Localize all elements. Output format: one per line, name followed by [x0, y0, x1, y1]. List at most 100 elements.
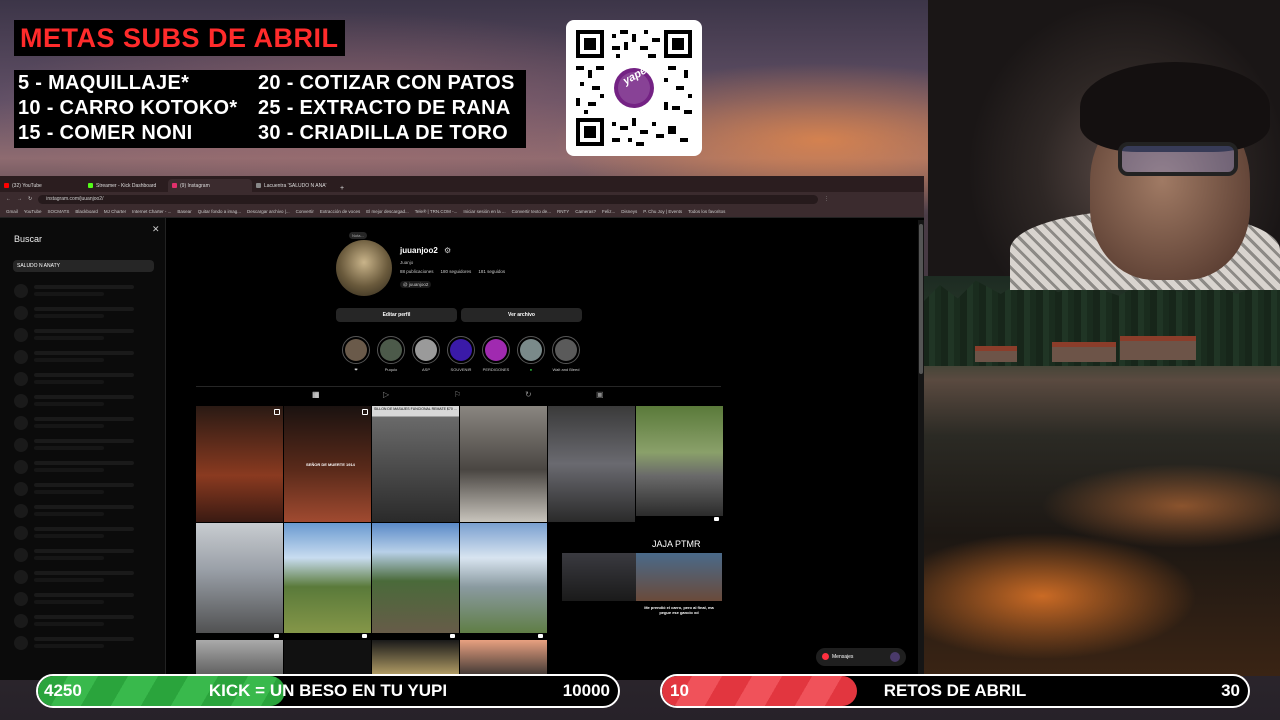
- page-icon: [256, 183, 261, 188]
- highlight-image: [485, 339, 507, 361]
- highlight[interactable]: ❤: [342, 336, 370, 372]
- post-thumbnail[interactable]: [372, 523, 459, 639]
- bookmark[interactable]: P. Chu Joy | Events: [643, 209, 682, 214]
- lake-house: [1052, 342, 1116, 362]
- post-thumbnail[interactable]: [460, 523, 547, 639]
- bookmark[interactable]: Cameras?: [575, 209, 596, 214]
- bookmark[interactable]: Convertir texto de...: [512, 209, 551, 214]
- close-icon[interactable]: ✕: [152, 224, 160, 235]
- view-archive-button[interactable]: Ver archivo: [461, 308, 582, 322]
- bookmark[interactable]: Quitar fondo a imag...: [198, 209, 241, 214]
- highlight-image: [450, 339, 472, 361]
- qr-code-icon: [576, 30, 692, 146]
- followers-count[interactable]: 180 seguidores: [441, 269, 472, 274]
- reels-tab-icon[interactable]: ▷: [383, 390, 389, 399]
- highlight[interactable]: Walt and Bleed: [552, 336, 580, 372]
- profile-note[interactable]: Nota...: [349, 232, 367, 239]
- highlight[interactable]: ASP: [412, 336, 440, 372]
- saved-tab-icon[interactable]: ⚐: [454, 390, 461, 399]
- posts-count: 88 publicaciones: [400, 269, 434, 274]
- meme-image-right: [636, 553, 722, 601]
- bookmark[interactable]: RNTY: [557, 209, 569, 214]
- carousel-icon: [274, 409, 280, 415]
- meme-subtitle: Me prendió el carro, pero al final, ma p…: [644, 605, 714, 615]
- post-thumbnail-meme[interactable]: JAJA PTMR Me prendió el carro, pero al f…: [548, 523, 723, 639]
- goals-list: 5 - MAQUILLAJE* 10 - CARRO KOTOKO* 15 - …: [14, 70, 526, 148]
- grid-tab-icon[interactable]: ▦: [312, 390, 320, 399]
- following-count[interactable]: 181 seguidos: [478, 269, 505, 274]
- post-thumbnail[interactable]: SILLON DE MASAJES FUNCIONAL REMATE $70 .…: [372, 406, 459, 522]
- bookmark[interactable]: Disneys: [621, 209, 637, 214]
- goal-item: 15 - COMER NONI: [18, 122, 193, 144]
- highlight-image: [555, 339, 577, 361]
- bookmark[interactable]: YouTube: [24, 209, 42, 214]
- bookmark[interactable]: SOCMATS: [47, 209, 69, 214]
- bookmark[interactable]: Internet Charter - ...: [132, 209, 171, 214]
- youtube-icon: [4, 183, 9, 188]
- loading-placeholder: [14, 416, 148, 430]
- bookmark[interactable]: Convertir: [296, 209, 314, 214]
- loading-placeholder: [14, 350, 148, 364]
- profile-avatar[interactable]: [336, 240, 392, 296]
- bookmark[interactable]: El mejor descargad...: [366, 209, 409, 214]
- goal-item: 5 - MAQUILLAJE*: [18, 72, 190, 94]
- bookmark[interactable]: Descargar archivo |...: [247, 209, 290, 214]
- reel-icon: [714, 517, 719, 521]
- highlight-image: [345, 339, 367, 361]
- browser-window: (32) YouTube Streamer - Kick Dashboard (…: [0, 176, 924, 680]
- post-thumbnail[interactable]: [284, 523, 371, 639]
- extensions-icon[interactable]: ⋮: [824, 196, 829, 202]
- reposts-tab-icon[interactable]: ↻: [525, 390, 532, 399]
- bookmark[interactable]: Gmail: [6, 209, 18, 214]
- goals-title: METAS SUBS DE ABRIL: [14, 20, 345, 56]
- bookmark[interactable]: Extracción de voces: [320, 209, 360, 214]
- reel-icon: [450, 634, 455, 638]
- profile-tabs-divider: [196, 386, 721, 387]
- profile-stats: 88 publicaciones 180 seguidores 181 segu…: [400, 269, 505, 274]
- bookmark[interactable]: Tele® | TRN.COM -...: [415, 209, 458, 214]
- bookmark[interactable]: Blackboard: [75, 209, 98, 214]
- bookmark[interactable]: Todos los favoritos: [688, 209, 725, 214]
- loading-placeholder: [14, 548, 148, 562]
- browser-tab[interactable]: Lacuentra 'SALUDO N ANA': [252, 179, 336, 192]
- messages-button[interactable]: Mensajes: [816, 648, 906, 666]
- retos-goal-bar: 10 RETOS DE ABRIL 30: [660, 674, 1250, 708]
- settings-icon[interactable]: ⚙: [444, 246, 451, 255]
- loading-placeholder: [14, 570, 148, 584]
- search-input[interactable]: SALUDO N ANATY: [13, 260, 154, 272]
- scrollbar-thumb[interactable]: [919, 224, 923, 374]
- post-thumbnail[interactable]: [196, 523, 283, 639]
- highlight-image: [520, 339, 542, 361]
- retos-goal-target: 30: [1221, 681, 1240, 700]
- highlight[interactable]: PERDIGONES: [482, 336, 510, 372]
- post-thumbnail[interactable]: [548, 406, 635, 522]
- back-icon[interactable]: ←: [6, 196, 11, 202]
- highlight[interactable]: ●: [517, 336, 545, 372]
- browser-tab-active[interactable]: (9) Instagram: [168, 179, 252, 192]
- lake-house: [1120, 336, 1196, 360]
- new-tab-icon[interactable]: +: [336, 185, 348, 192]
- forward-icon[interactable]: →: [17, 196, 22, 202]
- bookmark[interactable]: Feliz...: [602, 209, 615, 214]
- kick-goal-bar: 4250 KICK = UN BESO EN TU YUPI 10000: [36, 674, 620, 708]
- threads-link[interactable]: @ juuanjoo2: [400, 281, 432, 288]
- url-input[interactable]: instagram.com/juuanjoo2/: [38, 194, 819, 204]
- highlight[interactable]: Puquio: [377, 336, 405, 372]
- reload-icon[interactable]: ↻: [28, 196, 32, 202]
- browser-tab[interactable]: Streamer - Kick Dashboard: [84, 179, 168, 192]
- post-thumbnail[interactable]: [636, 406, 723, 522]
- edit-profile-button[interactable]: Editar perfil: [336, 308, 457, 322]
- profile-full-name: Juanjo: [400, 260, 414, 265]
- goal-item: 20 - COTIZAR CON PATOS: [258, 72, 515, 94]
- bookmark[interactable]: Iniciar sesión en la ...: [463, 209, 505, 214]
- tagged-tab-icon[interactable]: ▣: [596, 390, 604, 399]
- highlight[interactable]: SOUVENIR: [447, 336, 475, 372]
- bookmark[interactable]: MJ Charter: [104, 209, 126, 214]
- post-thumbnail[interactable]: [460, 406, 547, 522]
- post-thumbnail[interactable]: SEÑOR DE MUERTE 1914: [284, 406, 371, 522]
- post-thumbnail[interactable]: [196, 406, 283, 522]
- kick-icon: [88, 183, 93, 188]
- browser-tab[interactable]: (32) YouTube: [0, 179, 84, 192]
- bookmark[interactable]: Basear: [177, 209, 191, 214]
- loading-placeholder: [14, 306, 148, 320]
